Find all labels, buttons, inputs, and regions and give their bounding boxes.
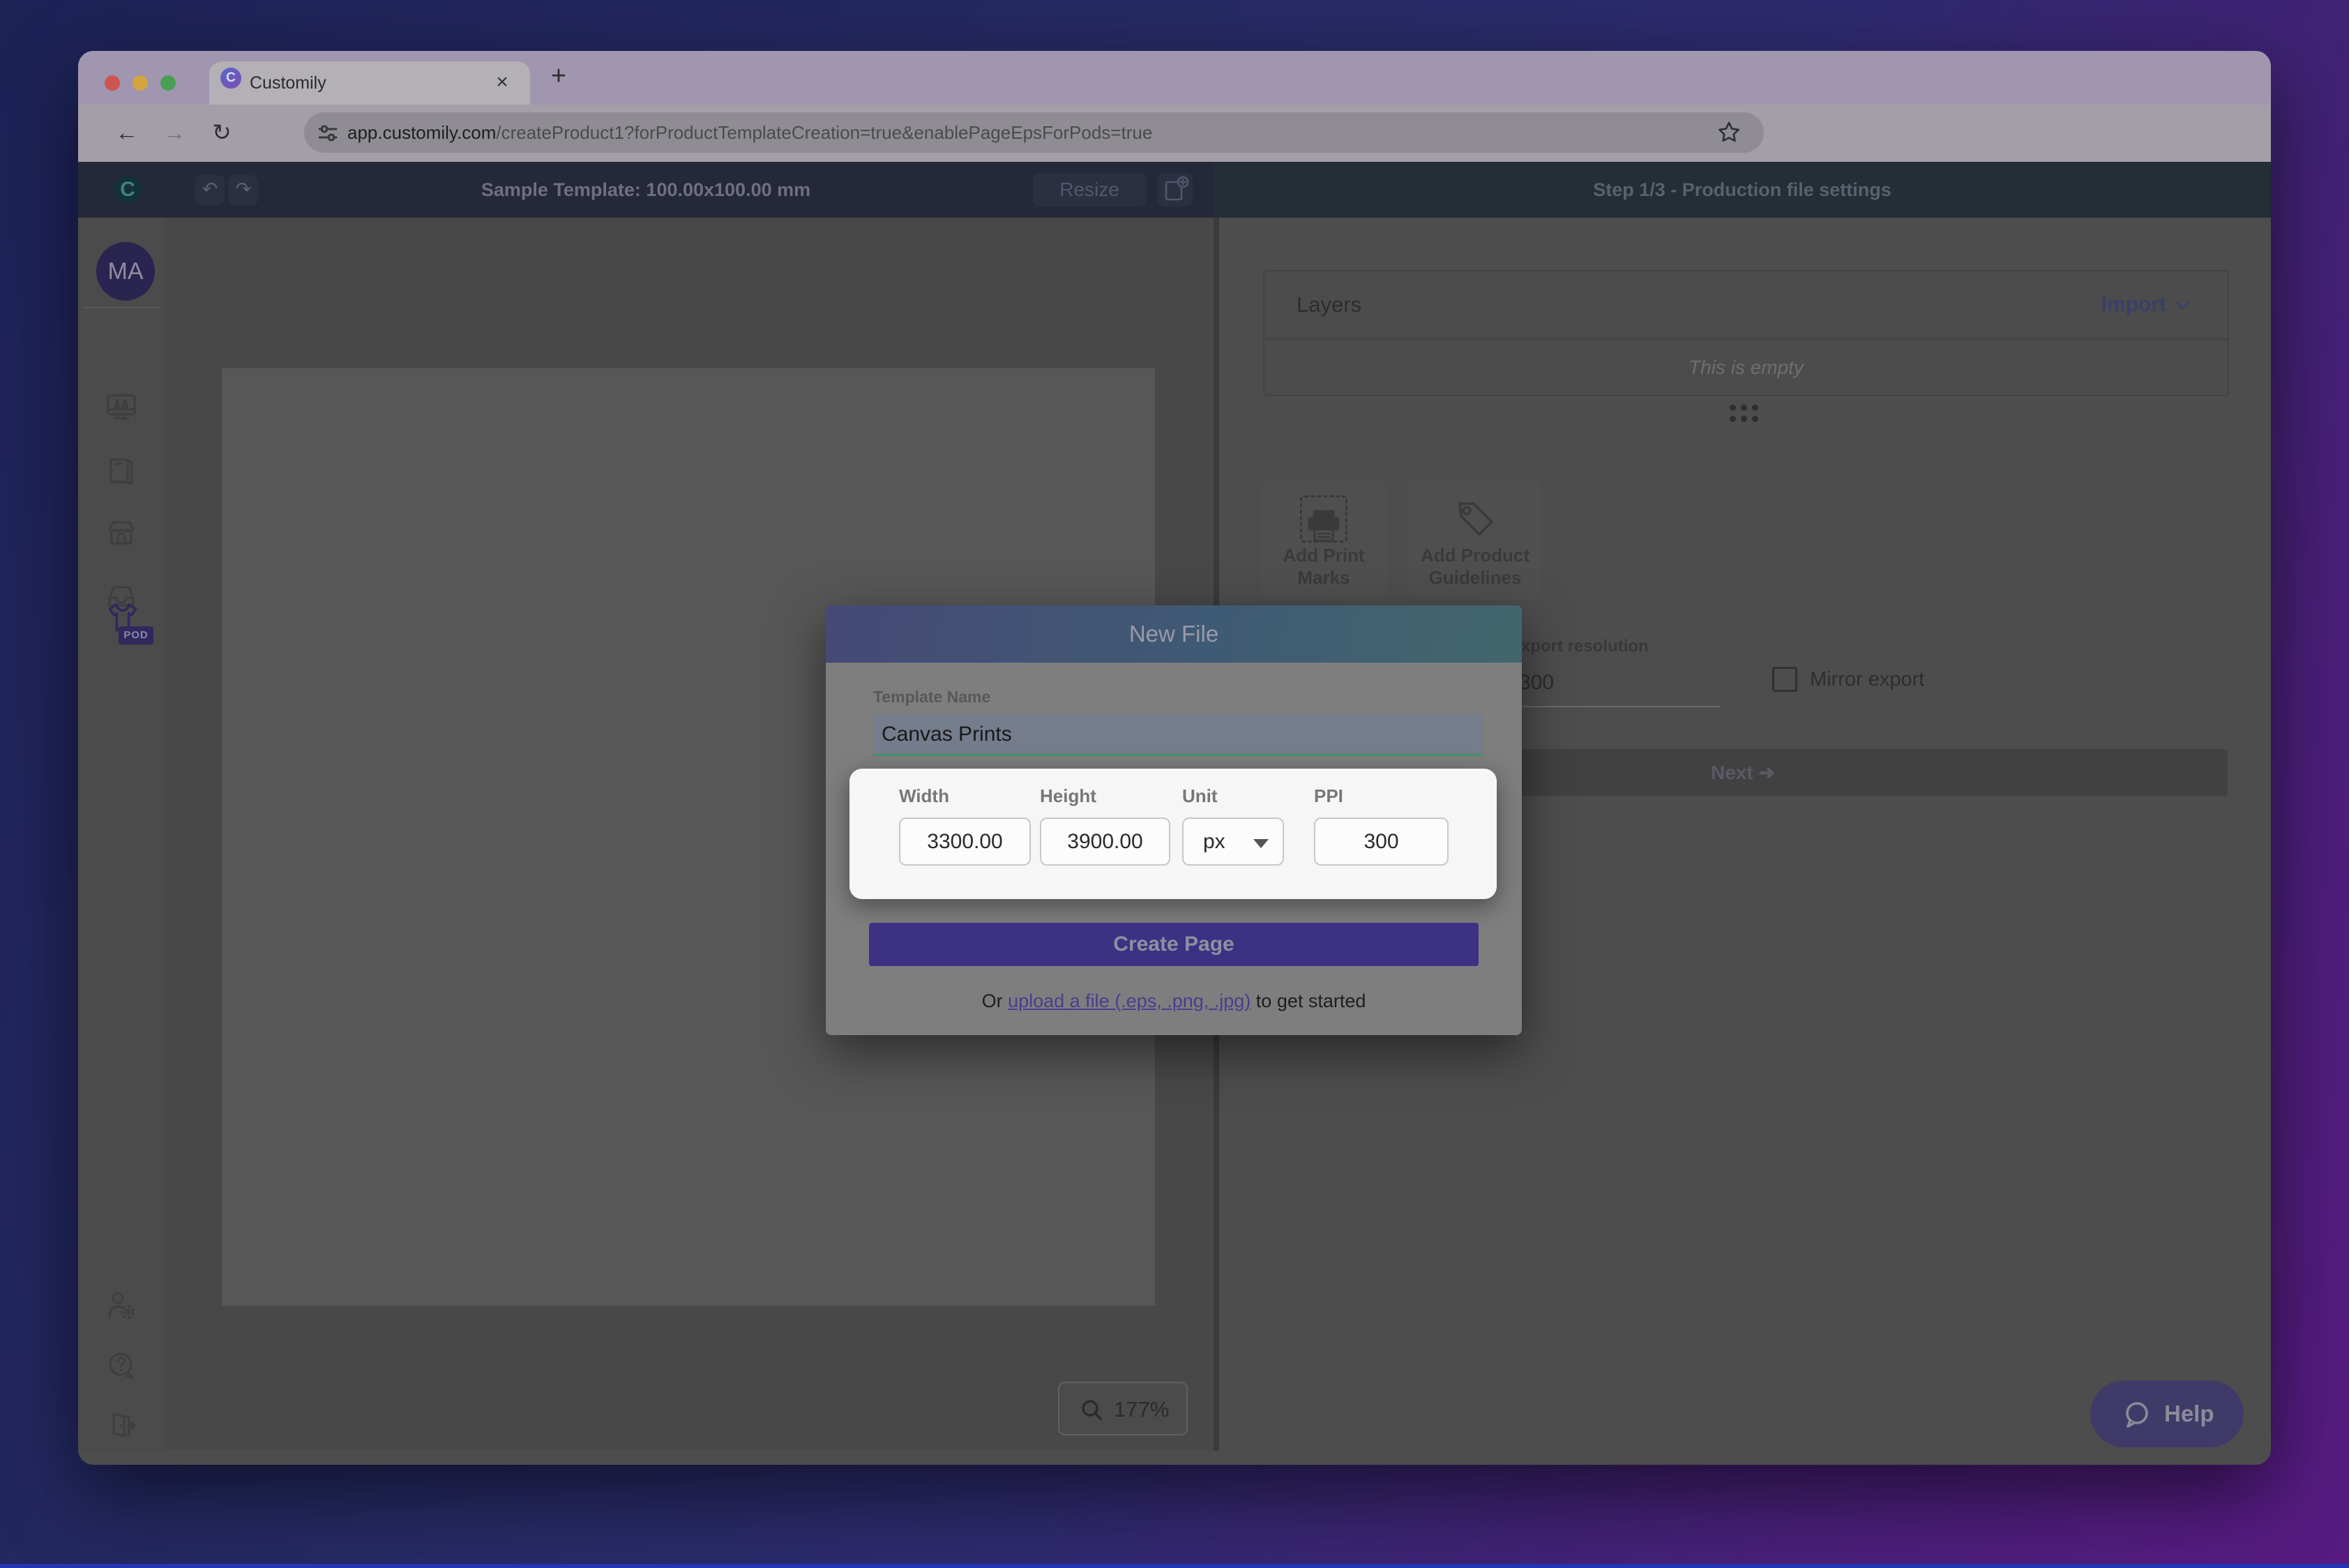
dropdown-arrow-icon	[1253, 839, 1269, 848]
dimensions-card: Width Height Unit PPI px	[849, 769, 1497, 899]
browser-tab[interactable]: C Customily ×	[209, 61, 530, 105]
add-print-marks-button[interactable]: Add Print Marks	[1261, 480, 1387, 600]
pod-badge: POD	[119, 626, 153, 644]
undo-button[interactable]: ↶	[195, 175, 225, 205]
unit-label: Unit	[1182, 785, 1218, 806]
template-name-input[interactable]	[873, 714, 1483, 756]
layers-empty-text: This is empty	[1689, 356, 1804, 378]
step-title: Step 1/3 - Production file settings	[1593, 179, 1891, 200]
height-label: Height	[1040, 785, 1096, 806]
unit-select[interactable]: px	[1182, 817, 1284, 866]
url-bar[interactable]: app.customily.com/createProduct1?forProd…	[304, 112, 1764, 153]
desktop-dock-strip	[0, 1564, 2349, 1568]
print-marks-icon	[1300, 495, 1347, 543]
new-tab-button[interactable]: +	[541, 51, 576, 105]
url-text: app.customily.com/createProduct1?forProd…	[347, 112, 1714, 153]
unit-value: px	[1203, 830, 1225, 853]
window-close-button[interactable]	[105, 75, 120, 91]
site-settings-icon[interactable]	[315, 121, 346, 151]
desktop: C Customily × + ← → ↻ app.customily.com/…	[0, 0, 2349, 1568]
add-product-guidelines-label: Add Product Guidelines	[1421, 545, 1530, 588]
url-path: /createProduct1?forProductTemplateCreati…	[496, 122, 1153, 143]
ppi-label: PPI	[1314, 785, 1343, 806]
redo-button[interactable]: ↷	[229, 175, 258, 205]
width-input[interactable]	[899, 817, 1031, 866]
resize-button[interactable]: Resize	[1033, 173, 1146, 206]
add-page-icon[interactable]	[1158, 173, 1193, 206]
export-resolution-label: Export resolution	[1510, 637, 1649, 656]
window-maximize-button[interactable]	[160, 75, 176, 91]
help-question-icon[interactable]	[105, 1349, 138, 1382]
zoom-control[interactable]: 177%	[1058, 1382, 1188, 1435]
width-label: Width	[899, 785, 949, 806]
panel-header-bar: Step 1/3 - Production file settings	[1214, 162, 2271, 218]
design-editor-icon[interactable]	[105, 391, 138, 424]
browser-window: C Customily × + ← → ↻ app.customily.com/…	[78, 51, 2271, 1465]
upload-hint: Or upload a file (.eps, .png, .jpg) to g…	[981, 990, 1366, 1011]
template-name-label: Template Name	[873, 688, 991, 706]
create-page-button[interactable]: Create Page	[869, 923, 1479, 966]
bookmark-star-icon[interactable]	[1716, 119, 1746, 150]
browser-toolbar: ← → ↻ app.customily.com/createProduct1?f…	[78, 105, 2271, 209]
forward-button[interactable]: →	[156, 105, 192, 162]
account-settings-icon[interactable]	[105, 1289, 138, 1322]
back-button[interactable]: ←	[109, 105, 145, 162]
mirror-export-label: Mirror export	[1810, 668, 1925, 691]
dialog-title: New File	[1128, 621, 1219, 647]
store-icon[interactable]	[105, 517, 138, 550]
export-resolution-underline	[1513, 706, 1720, 707]
layers-title: Layers	[1297, 292, 1362, 317]
export-resolution-input[interactable]: 300	[1519, 671, 1554, 695]
user-avatar[interactable]: MA	[96, 242, 155, 301]
reload-button[interactable]: ↻	[204, 105, 240, 162]
customily-logo-icon: C	[113, 175, 142, 204]
app-sidebar: MA POD	[78, 218, 165, 1451]
url-domain: app.customily.com	[347, 122, 497, 143]
chat-bubble-icon	[2126, 1402, 2148, 1428]
import-button[interactable]: Import	[2101, 271, 2166, 338]
chevron-down-icon[interactable]	[2173, 296, 2191, 315]
tab-close-icon[interactable]: ×	[487, 61, 518, 105]
templates-icon[interactable]	[105, 453, 138, 487]
help-button[interactable]: Help	[2090, 1380, 2244, 1447]
customily-favicon-icon: C	[220, 68, 241, 89]
dialog-header: New File	[826, 605, 1522, 663]
tab-title: Customily	[250, 73, 326, 93]
height-input[interactable]	[1040, 817, 1170, 866]
new-file-dialog: New File Template Name Width Height Unit…	[826, 605, 1522, 1035]
help-label: Help	[2164, 1401, 2214, 1426]
add-print-marks-label: Add Print Marks	[1283, 545, 1365, 588]
layers-panel: Layers Import This is empty	[1263, 270, 2229, 396]
window-minimize-button[interactable]	[133, 75, 148, 91]
add-product-guidelines-button[interactable]: Add Product Guidelines	[1409, 480, 1541, 600]
ppi-input[interactable]	[1314, 817, 1449, 866]
browser-tab-bar: C Customily × +	[78, 51, 2271, 105]
mirror-export-checkbox[interactable]	[1772, 667, 1797, 692]
drag-handle-icon[interactable]	[1730, 405, 1762, 427]
logout-icon[interactable]	[105, 1409, 138, 1442]
sidebar-divider	[82, 307, 160, 308]
product-guidelines-tag-icon	[1458, 502, 1493, 536]
arrow-right-icon: ➜	[1758, 762, 1775, 783]
editor-top-bar: Sample Template: 100.00x100.00 mm C ↶ ↷ …	[78, 162, 1214, 218]
zoom-magnifier-icon	[1082, 1400, 1102, 1420]
upload-file-link[interactable]: upload a file (.eps, .png, .jpg)	[1008, 990, 1251, 1011]
zoom-level: 177%	[1114, 1397, 1170, 1422]
